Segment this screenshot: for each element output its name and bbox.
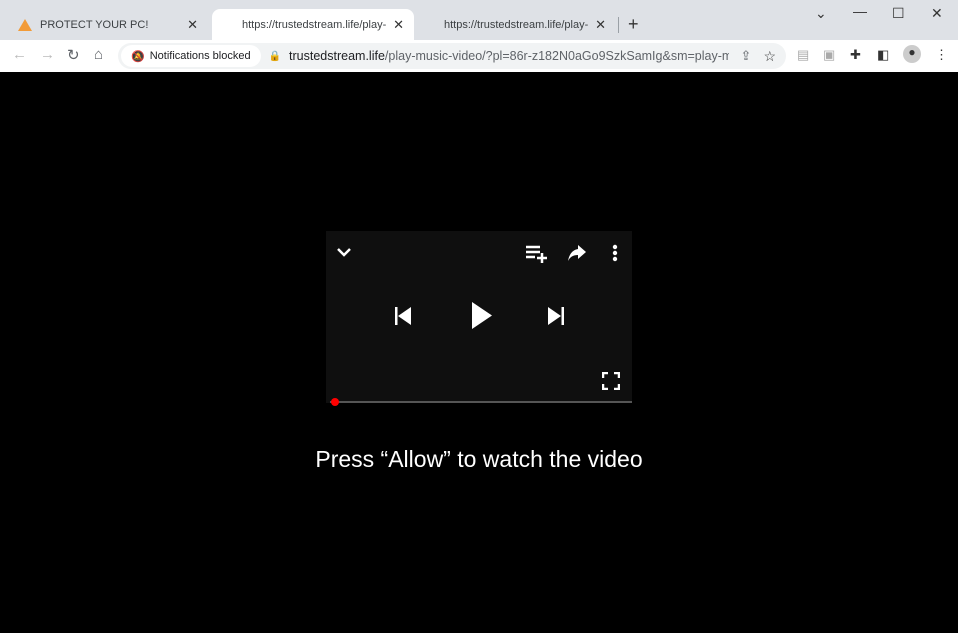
close-tab-icon[interactable]: ✕: [393, 17, 404, 33]
home-icon[interactable]: ⌂: [94, 46, 103, 63]
share-icon[interactable]: ⇪: [741, 48, 752, 64]
allow-prompt-message: Press “Allow” to watch the video: [315, 446, 643, 472]
tab-search-chevron-icon[interactable]: ⌄: [815, 5, 827, 22]
bookmark-star-icon[interactable]: ☆: [763, 48, 776, 65]
next-track-icon[interactable]: [548, 307, 564, 325]
document-extension-icon[interactable]: ▤: [797, 47, 809, 63]
progress-scrubber[interactable]: [331, 398, 339, 406]
new-tab-button[interactable]: +: [628, 14, 639, 35]
chevron-down-icon[interactable]: [336, 247, 352, 257]
profile-avatar[interactable]: ●: [903, 45, 921, 63]
add-to-queue-icon[interactable]: [526, 245, 548, 263]
close-window-button[interactable]: ✕: [931, 5, 943, 22]
tab-divider: [618, 17, 619, 33]
tab-protect[interactable]: PROTECT YOUR PC! ✕: [8, 9, 208, 40]
inbox-extension-icon[interactable]: ▣: [823, 47, 835, 63]
side-panel-icon[interactable]: ◧: [877, 47, 889, 63]
lock-icon[interactable]: 🔒: [269, 51, 281, 62]
tab-strip: PROTECT YOUR PC! ✕ https://trustedstream…: [0, 0, 958, 40]
forward-icon[interactable]: →: [40, 46, 55, 63]
close-tab-icon[interactable]: ✕: [187, 17, 198, 33]
url-text[interactable]: trustedstream.life/play-music-video/?pl=…: [289, 49, 728, 63]
previous-track-icon[interactable]: [395, 307, 411, 325]
play-icon[interactable]: [472, 302, 492, 329]
tab-active[interactable]: https://trustedstream.life/play-music-vi…: [212, 9, 414, 40]
share-arrow-icon[interactable]: [568, 245, 586, 261]
close-tab-icon[interactable]: ✕: [595, 17, 606, 33]
toolbar: ← → ↻ ⌂ 🔕 Notifications blocked 🔒 truste…: [0, 40, 958, 72]
address-bar[interactable]: 🔕 Notifications blocked 🔒 trustedstream.…: [118, 43, 786, 69]
extensions-puzzle-icon[interactable]: ✚: [850, 47, 861, 63]
more-options-icon[interactable]: [612, 244, 618, 262]
progress-bar[interactable]: [330, 398, 632, 406]
minimize-button[interactable]: —: [853, 3, 867, 19]
notifications-blocked-chip[interactable]: 🔕 Notifications blocked: [121, 45, 261, 67]
tab-third[interactable]: https://trustedstream.life/play-music-vi…: [414, 9, 616, 40]
back-icon[interactable]: ←: [12, 46, 27, 63]
maximize-button[interactable]: ☐: [892, 5, 905, 22]
fullscreen-icon[interactable]: [602, 372, 620, 390]
warning-icon: [18, 18, 32, 31]
bell-off-icon: 🔕: [131, 50, 145, 63]
reload-icon[interactable]: ↻: [67, 46, 80, 64]
menu-kebab-icon[interactable]: ⋮: [935, 47, 948, 63]
video-player[interactable]: [326, 231, 632, 406]
